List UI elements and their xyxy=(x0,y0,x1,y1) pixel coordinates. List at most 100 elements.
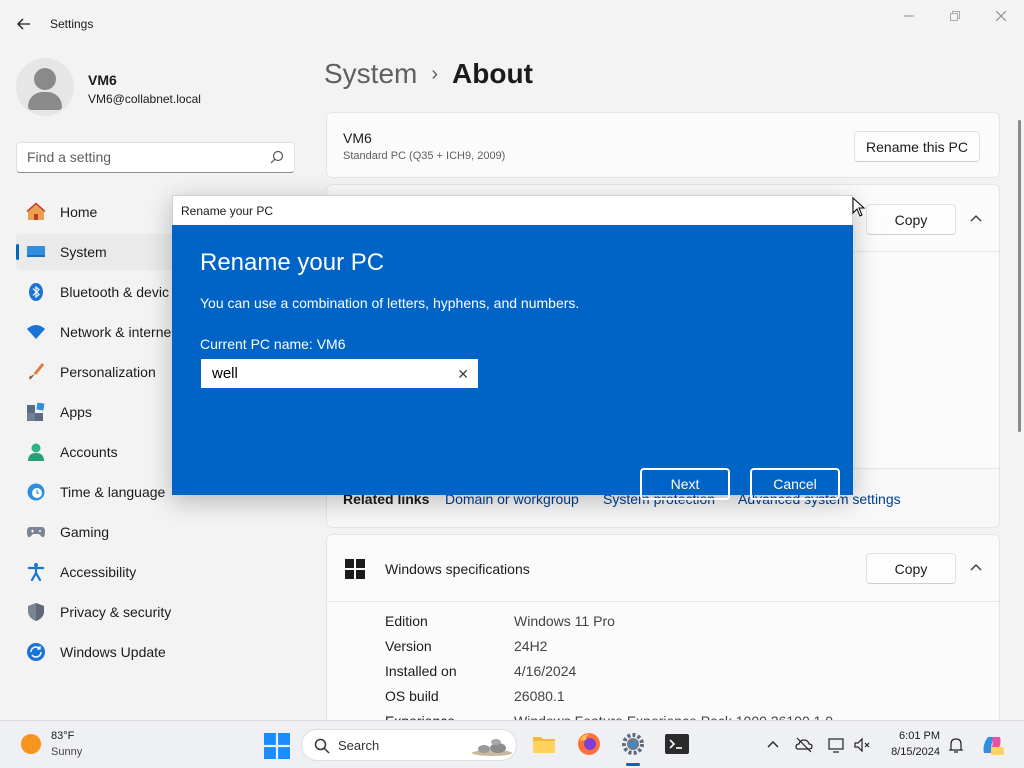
sidebar-item-label: Bluetooth & devic xyxy=(60,284,169,300)
app-title: Settings xyxy=(50,17,94,31)
rename-pc-button[interactable]: Rename this PC xyxy=(854,131,980,162)
dialog-description: You can use a combination of letters, hy… xyxy=(200,295,580,311)
chevron-up-icon[interactable] xyxy=(969,561,983,575)
mouse-cursor-icon xyxy=(852,197,866,217)
scrollbar[interactable] xyxy=(1018,120,1021,432)
sidebar-item-label: Time & language xyxy=(60,484,166,500)
terminal-icon[interactable] xyxy=(664,731,690,757)
clock-time[interactable]: 6:01 PM xyxy=(880,730,940,742)
avatar xyxy=(16,58,74,116)
sidebar-item-label: Apps xyxy=(60,404,92,420)
sun-icon[interactable] xyxy=(21,734,41,754)
back-button[interactable] xyxy=(12,12,36,36)
search-input[interactable] xyxy=(27,149,257,165)
sidebar-item-label: System xyxy=(60,244,107,260)
pc-model: Standard PC (Q35 + ICH9, 2009) xyxy=(343,150,506,162)
pc-name: VM6 xyxy=(343,130,372,146)
new-pc-name-input[interactable] xyxy=(212,365,442,382)
sidebar-item-label: Windows Update xyxy=(60,644,166,660)
spec-key: Edition xyxy=(385,613,428,629)
spec-value: 26080.1 xyxy=(514,688,565,704)
volume-muted-icon[interactable] xyxy=(853,736,871,754)
close-button[interactable] xyxy=(978,4,1024,28)
file-explorer-icon[interactable] xyxy=(531,731,557,757)
breadcrumb: System › About xyxy=(324,58,533,90)
spec-value: Windows 11 Pro xyxy=(514,613,615,629)
page-title: About xyxy=(452,58,533,89)
brush-icon xyxy=(29,363,45,380)
settings-gear-icon[interactable] xyxy=(620,731,646,757)
close-icon xyxy=(996,11,1006,21)
maximize-button[interactable] xyxy=(932,4,978,28)
monitor-icon xyxy=(27,246,45,257)
dialog-body: Rename your PC You can use a combination… xyxy=(172,225,853,500)
taskbar-search-label: Search xyxy=(338,738,380,753)
copilot-icon[interactable] xyxy=(980,733,1004,757)
sidebar-item-label: Privacy & security xyxy=(60,604,172,620)
active-app-indicator xyxy=(626,763,640,766)
windows-specs-title: Windows specifications xyxy=(385,561,530,577)
controller-icon xyxy=(27,527,45,538)
sidebar-item-privacy[interactable]: Privacy & security xyxy=(16,594,296,630)
home-icon xyxy=(26,202,46,220)
breadcrumb-parent[interactable]: System xyxy=(324,58,417,89)
breadcrumb-separator: › xyxy=(431,63,439,85)
next-button[interactable]: Next xyxy=(640,468,730,500)
dialog-title-bar: Rename your PC xyxy=(172,195,853,225)
sidebar-item-label: Accounts xyxy=(60,444,118,460)
cancel-button[interactable]: Cancel xyxy=(750,468,840,500)
rename-pc-dialog: Rename your PC Rename your PC You can us… xyxy=(172,195,853,500)
start-button-icon[interactable] xyxy=(264,733,290,759)
network-display-icon[interactable] xyxy=(827,736,845,754)
user-email: VM6@collabnet.local xyxy=(88,92,201,106)
weather-condition[interactable]: Sunny xyxy=(51,746,82,758)
sidebar-item-gaming[interactable]: Gaming xyxy=(16,514,296,550)
spec-key: Installed on xyxy=(385,663,457,679)
sidebar-item-label: Network & interne xyxy=(60,324,172,340)
restore-icon xyxy=(950,11,960,21)
minimize-icon xyxy=(904,15,914,17)
spec-value: 4/16/2024 xyxy=(514,663,577,679)
current-pc-name-label: Current PC name: VM6 xyxy=(200,336,346,352)
windows-logo-icon xyxy=(345,559,365,579)
sidebar-item-label: Accessibility xyxy=(60,564,137,580)
clear-icon[interactable]: ✕ xyxy=(457,366,469,383)
dialog-window-title: Rename your PC xyxy=(181,204,274,218)
chevron-up-icon[interactable] xyxy=(969,212,983,226)
user-name: VM6 xyxy=(88,72,117,88)
firefox-icon[interactable] xyxy=(576,731,602,757)
globe-clock-icon xyxy=(27,483,45,501)
apps-icon xyxy=(27,402,45,421)
search-icon xyxy=(270,150,284,164)
person-icon xyxy=(28,443,44,461)
windows-specs-card: Windows specifications Copy Edition Windo… xyxy=(326,534,1000,734)
spec-key: Version xyxy=(385,638,432,654)
search-highlight-icon xyxy=(472,739,512,756)
taskbar-search[interactable]: Search xyxy=(301,729,517,761)
clock-date[interactable]: 8/15/2024 xyxy=(880,746,940,758)
search-icon xyxy=(314,738,330,754)
spec-key: OS build xyxy=(385,688,439,704)
copy-windows-specs-button[interactable]: Copy xyxy=(866,553,956,584)
sidebar-item-windows-update[interactable]: Windows Update xyxy=(16,634,296,670)
bluetooth-icon xyxy=(29,283,43,301)
new-pc-name-field[interactable]: ✕ xyxy=(201,359,478,388)
device-name-card: VM6 Standard PC (Q35 + ICH9, 2009) Renam… xyxy=(326,112,1000,178)
weather-temperature[interactable]: 83°F xyxy=(51,730,74,742)
minimize-button[interactable] xyxy=(886,4,932,28)
divider xyxy=(327,601,999,602)
settings-search-box[interactable] xyxy=(16,142,295,173)
spec-value: 24H2 xyxy=(514,638,548,654)
dialog-heading: Rename your PC xyxy=(200,249,385,276)
onedrive-offline-icon[interactable] xyxy=(795,736,813,754)
sidebar-item-label: Gaming xyxy=(60,524,110,540)
notification-bell-icon[interactable] xyxy=(947,736,965,754)
copy-device-specs-button[interactable]: Copy xyxy=(866,204,956,235)
wifi-icon xyxy=(27,325,45,339)
sidebar-item-label: Home xyxy=(60,204,98,220)
accessibility-icon xyxy=(27,563,45,582)
shield-icon xyxy=(28,603,44,621)
chevron-up-icon[interactable] xyxy=(764,736,782,754)
update-icon xyxy=(27,643,45,661)
sidebar-item-accessibility[interactable]: Accessibility xyxy=(16,554,296,590)
